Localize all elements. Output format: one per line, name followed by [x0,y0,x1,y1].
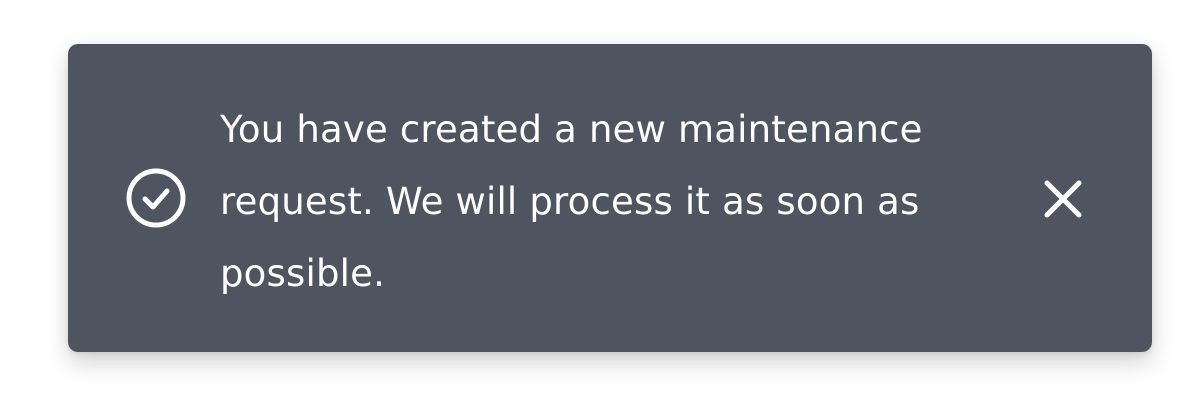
toast-notification: You have created a new maintenance reque… [68,44,1152,352]
toast-message: You have created a new maintenance reque… [220,108,923,295]
check-circle-icon [124,166,188,230]
close-button[interactable] [1040,176,1086,222]
close-icon [1044,180,1082,218]
